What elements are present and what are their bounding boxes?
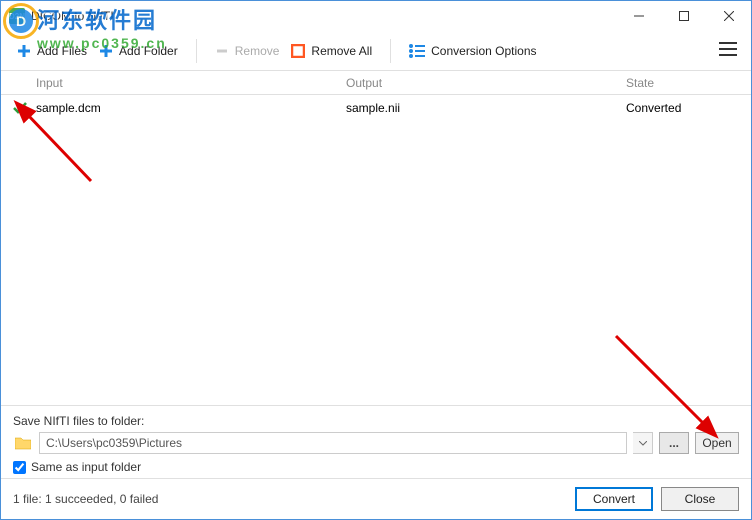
row-output: sample.nii [346, 101, 626, 115]
row-state: Converted [626, 101, 751, 115]
remove-button: Remove [209, 40, 286, 62]
save-folder-label: Save NIfTI files to folder: [13, 414, 739, 428]
folder-icon [13, 433, 33, 453]
toolbar-separator [390, 39, 391, 63]
remove-all-label: Remove All [311, 44, 372, 58]
plus-icon [99, 44, 113, 58]
browse-button[interactable]: ... [659, 432, 689, 454]
conversion-options-button[interactable]: Conversion Options [403, 40, 542, 62]
list-icon [409, 44, 425, 58]
square-icon [291, 44, 305, 58]
row-input: sample.dcm [36, 101, 346, 115]
add-files-label: Add Files [37, 44, 87, 58]
titlebar: D2N DICOM to NIfTI [1, 1, 751, 31]
toolbar: Add Files Add Folder Remove Remove All C… [1, 31, 751, 71]
output-folder-input[interactable] [39, 432, 627, 454]
same-as-input-row[interactable]: Same as input folder [13, 460, 739, 474]
minimize-button[interactable] [616, 1, 661, 31]
maximize-button[interactable] [661, 1, 706, 31]
app-icon: D2N [9, 8, 25, 24]
same-as-input-label: Same as input folder [31, 460, 141, 474]
remove-label: Remove [235, 44, 280, 58]
plus-icon [17, 44, 31, 58]
close-button[interactable]: Close [661, 487, 739, 511]
same-as-input-checkbox[interactable] [13, 461, 26, 474]
footer: 1 file: 1 succeeded, 0 failed Convert Cl… [1, 478, 751, 518]
window-title: DICOM to NIfTI [31, 9, 616, 23]
add-folder-label: Add Folder [119, 44, 178, 58]
add-folder-button[interactable]: Add Folder [93, 40, 184, 62]
save-panel: Save NIfTI files to folder: ... Open Sam… [1, 405, 751, 478]
column-state[interactable]: State [626, 76, 751, 90]
path-row: ... Open [13, 432, 739, 454]
toolbar-separator [196, 39, 197, 63]
check-icon [13, 102, 36, 114]
chevron-down-icon [639, 441, 647, 446]
menu-button[interactable] [715, 38, 741, 63]
remove-all-button[interactable]: Remove All [285, 40, 378, 62]
conversion-options-label: Conversion Options [431, 44, 536, 58]
folder-dropdown-button[interactable] [633, 432, 653, 454]
table-row[interactable]: sample.dcm sample.nii Converted [1, 95, 751, 121]
column-input[interactable]: Input [36, 76, 346, 90]
hamburger-icon [719, 42, 737, 56]
column-output[interactable]: Output [346, 76, 626, 90]
convert-button[interactable]: Convert [575, 487, 653, 511]
open-folder-button[interactable]: Open [695, 432, 739, 454]
table-header: Input Output State [1, 71, 751, 95]
status-text: 1 file: 1 succeeded, 0 failed [13, 492, 567, 506]
close-window-button[interactable] [706, 1, 751, 31]
file-list[interactable]: sample.dcm sample.nii Converted [1, 95, 751, 405]
minus-icon [215, 44, 229, 58]
window-controls [616, 1, 751, 31]
add-files-button[interactable]: Add Files [11, 40, 93, 62]
